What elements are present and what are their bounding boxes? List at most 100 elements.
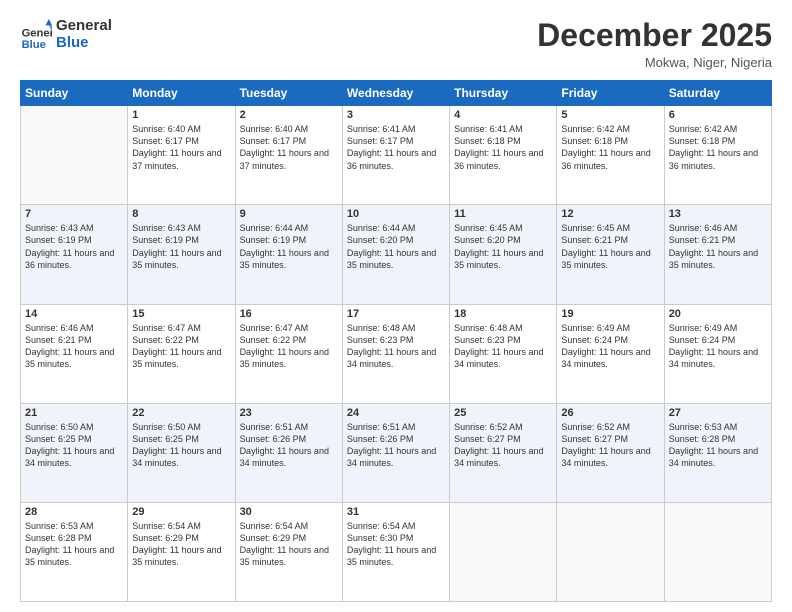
- day-number: 4: [454, 109, 552, 121]
- day-info: Sunrise: 6:45 AMSunset: 6:20 PMDaylight:…: [454, 222, 552, 271]
- table-row: 27Sunrise: 6:53 AMSunset: 6:28 PMDayligh…: [664, 403, 771, 502]
- day-number: 7: [25, 208, 123, 220]
- day-info: Sunrise: 6:53 AMSunset: 6:28 PMDaylight:…: [669, 421, 767, 470]
- table-row: 1Sunrise: 6:40 AMSunset: 6:17 PMDaylight…: [128, 106, 235, 205]
- table-row: 25 Sunrise: 6:52 AMSunset: 6:27 PMDayligh…: [450, 403, 557, 502]
- table-row: 26Sunrise: 6:52 AMSunset: 6:27 PMDayligh…: [557, 403, 664, 502]
- table-row: 5 Sunrise: 6:42 AMSunset: 6:18 PMDaylight…: [557, 106, 664, 205]
- col-thursday: Thursday: [450, 81, 557, 106]
- table-row: [664, 502, 771, 601]
- day-number: 19: [561, 308, 659, 320]
- title-block: December 2025 Mokwa, Niger, Nigeria: [537, 18, 772, 70]
- logo-line1: General: [56, 18, 112, 35]
- table-row: 24 Sunrise: 6:51 AMSunset: 6:26 PMDayligh…: [342, 403, 449, 502]
- calendar-week-row: 14 Sunrise: 6:46 AMSunset: 6:21 PMDayligh…: [21, 304, 772, 403]
- day-info: Sunrise: 6:44 AMSunset: 6:20 PMDaylight:…: [347, 222, 445, 271]
- calendar-week-row: 28 Sunrise: 6:53 AMSunset: 6:28 PMDayligh…: [21, 502, 772, 601]
- day-number: 18: [454, 308, 552, 320]
- day-info: Sunrise: 6:46 AMSunset: 6:21 PMDaylight:…: [25, 322, 123, 371]
- day-number: 15: [132, 308, 230, 320]
- table-row: 11 Sunrise: 6:45 AMSunset: 6:20 PMDayligh…: [450, 205, 557, 304]
- table-row: 20Sunrise: 6:49 AMSunset: 6:24 PMDayligh…: [664, 304, 771, 403]
- day-info: Sunrise: 6:42 AMSunset: 6:18 PMDaylight:…: [561, 123, 659, 172]
- day-info: Sunrise: 6:48 AMSunset: 6:23 PMDaylight:…: [454, 322, 552, 371]
- logo-line2: Blue: [56, 35, 112, 52]
- table-row: 4 Sunrise: 6:41 AMSunset: 6:18 PMDaylight…: [450, 106, 557, 205]
- table-row: 19Sunrise: 6:49 AMSunset: 6:24 PMDayligh…: [557, 304, 664, 403]
- day-number: 30: [240, 506, 338, 518]
- table-row: 3 Sunrise: 6:41 AMSunset: 6:17 PMDaylight…: [342, 106, 449, 205]
- day-number: 12: [561, 208, 659, 220]
- page: General Blue General Blue December 2025 …: [0, 0, 792, 612]
- calendar-week-row: 7 Sunrise: 6:43 AMSunset: 6:19 PMDaylight…: [21, 205, 772, 304]
- table-row: 16 Sunrise: 6:47 AMSunset: 6:22 PMDayligh…: [235, 304, 342, 403]
- table-row: 8Sunrise: 6:43 AMSunset: 6:19 PMDaylight…: [128, 205, 235, 304]
- day-number: 6: [669, 109, 767, 121]
- table-row: 2 Sunrise: 6:40 AMSunset: 6:17 PMDaylight…: [235, 106, 342, 205]
- col-tuesday: Tuesday: [235, 81, 342, 106]
- day-info: Sunrise: 6:43 AMSunset: 6:19 PMDaylight:…: [25, 222, 123, 271]
- day-info: Sunrise: 6:43 AMSunset: 6:19 PMDaylight:…: [132, 222, 230, 271]
- day-info: Sunrise: 6:52 AMSunset: 6:27 PMDaylight:…: [561, 421, 659, 470]
- table-row: [557, 502, 664, 601]
- day-number: 14: [25, 308, 123, 320]
- svg-text:General: General: [22, 27, 52, 39]
- col-monday: Monday: [128, 81, 235, 106]
- day-info: Sunrise: 6:42 AMSunset: 6:18 PMDaylight:…: [669, 123, 767, 172]
- day-number: 17: [347, 308, 445, 320]
- svg-text:Blue: Blue: [22, 38, 46, 50]
- day-number: 10: [347, 208, 445, 220]
- col-friday: Friday: [557, 81, 664, 106]
- day-number: 20: [669, 308, 767, 320]
- day-info: Sunrise: 6:54 AMSunset: 6:29 PMDaylight:…: [132, 520, 230, 569]
- table-row: 30Sunrise: 6:54 AMSunset: 6:29 PMDayligh…: [235, 502, 342, 601]
- table-row: 22 Sunrise: 6:50 AMSunset: 6:25 PMDayligh…: [128, 403, 235, 502]
- day-info: Sunrise: 6:53 AMSunset: 6:28 PMDaylight:…: [25, 520, 123, 569]
- col-saturday: Saturday: [664, 81, 771, 106]
- table-row: 14 Sunrise: 6:46 AMSunset: 6:21 PMDayligh…: [21, 304, 128, 403]
- day-number: 3: [347, 109, 445, 121]
- col-sunday: Sunday: [21, 81, 128, 106]
- day-info: Sunrise: 6:52 AMSunset: 6:27 PMDaylight:…: [454, 421, 552, 470]
- day-number: 1: [132, 109, 230, 121]
- day-number: 16: [240, 308, 338, 320]
- day-info: Sunrise: 6:50 AMSunset: 6:25 PMDaylight:…: [25, 421, 123, 470]
- day-info: Sunrise: 6:51 AMSunset: 6:26 PMDaylight:…: [347, 421, 445, 470]
- day-number: 31: [347, 506, 445, 518]
- table-row: 9 Sunrise: 6:44 AMSunset: 6:19 PMDaylight…: [235, 205, 342, 304]
- day-number: 2: [240, 109, 338, 121]
- day-number: 24: [347, 407, 445, 419]
- day-info: Sunrise: 6:46 AMSunset: 6:21 PMDaylight:…: [669, 222, 767, 271]
- day-info: Sunrise: 6:40 AMSunset: 6:17 PMDaylight:…: [240, 123, 338, 172]
- table-row: 23Sunrise: 6:51 AMSunset: 6:26 PMDayligh…: [235, 403, 342, 502]
- header: General Blue General Blue December 2025 …: [20, 18, 772, 70]
- calendar-table: Sunday Monday Tuesday Wednesday Thursday…: [20, 80, 772, 602]
- col-wednesday: Wednesday: [342, 81, 449, 106]
- day-info: Sunrise: 6:54 AMSunset: 6:30 PMDaylight:…: [347, 520, 445, 569]
- calendar-week-row: 1 Sunrise: 6:40 AMSunset: 6:17 PMDaylight…: [21, 106, 772, 205]
- location: Mokwa, Niger, Nigeria: [537, 55, 772, 70]
- table-row: 12 Sunrise: 6:45 AMSunset: 6:21 PMDayligh…: [557, 205, 664, 304]
- day-number: 25: [454, 407, 552, 419]
- table-row: 17Sunrise: 6:48 AMSunset: 6:23 PMDayligh…: [342, 304, 449, 403]
- header-row: Sunday Monday Tuesday Wednesday Thursday…: [21, 81, 772, 106]
- day-number: 5: [561, 109, 659, 121]
- day-number: 11: [454, 208, 552, 220]
- table-row: 29Sunrise: 6:54 AMSunset: 6:29 PMDayligh…: [128, 502, 235, 601]
- day-info: Sunrise: 6:50 AMSunset: 6:25 PMDaylight:…: [132, 421, 230, 470]
- day-info: Sunrise: 6:45 AMSunset: 6:21 PMDaylight:…: [561, 222, 659, 271]
- table-row: 28 Sunrise: 6:53 AMSunset: 6:28 PMDayligh…: [21, 502, 128, 601]
- logo-icon: General Blue: [20, 19, 52, 51]
- day-number: 28: [25, 506, 123, 518]
- day-info: Sunrise: 6:41 AMSunset: 6:18 PMDaylight:…: [454, 123, 552, 172]
- day-number: 13: [669, 208, 767, 220]
- table-row: 31 Sunrise: 6:54 AMSunset: 6:30 PMDayligh…: [342, 502, 449, 601]
- month-title: December 2025: [537, 18, 772, 53]
- day-info: Sunrise: 6:41 AMSunset: 6:17 PMDaylight:…: [347, 123, 445, 172]
- table-row: 7 Sunrise: 6:43 AMSunset: 6:19 PMDaylight…: [21, 205, 128, 304]
- calendar-week-row: 21Sunrise: 6:50 AMSunset: 6:25 PMDayligh…: [21, 403, 772, 502]
- day-info: Sunrise: 6:44 AMSunset: 6:19 PMDaylight:…: [240, 222, 338, 271]
- day-number: 22: [132, 407, 230, 419]
- day-info: Sunrise: 6:47 AMSunset: 6:22 PMDaylight:…: [240, 322, 338, 371]
- day-number: 9: [240, 208, 338, 220]
